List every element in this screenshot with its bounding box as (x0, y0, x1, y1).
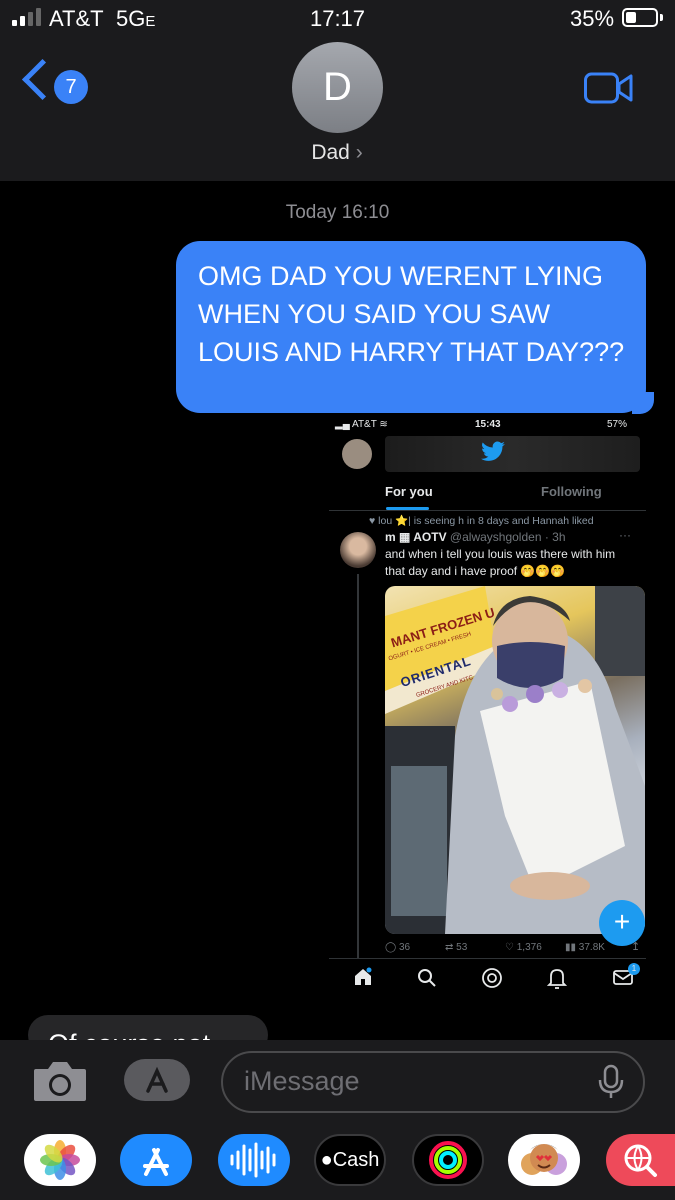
view-count[interactable]: ▮▮ 37.8K (565, 942, 605, 953)
shot-clock: 15:43 (475, 419, 501, 430)
camera-icon[interactable] (32, 1059, 88, 1103)
profile-avatar (342, 439, 372, 469)
network-label: 5GE (116, 6, 156, 31)
shot-carrier: ▂▄ AT&T ≋ (335, 419, 388, 430)
message-timestamp: Today 16:10 (285, 202, 390, 223)
clock: 17:17 (309, 6, 366, 31)
retweet-count[interactable]: ⇄ 53 (445, 942, 467, 953)
tweet-text-line-2: that day and i have proof 🤭🤭🤭 (385, 564, 566, 578)
notifications-icon[interactable] (547, 967, 567, 989)
battery-tip (660, 14, 663, 21)
tab-following[interactable]: Following (541, 484, 602, 499)
reply-count[interactable]: ◯ 36 (385, 942, 410, 953)
battery-percent: 35% (570, 6, 615, 31)
attached-screenshot[interactable]: ▂▄ AT&T ≋ 15:43 57% For you Following ♥ … (329, 414, 646, 1004)
app-store-icon (146, 1066, 183, 1094)
like-count[interactable]: ♡ 1,376 (505, 942, 542, 953)
app-store-a-icon (143, 1148, 169, 1176)
tab-for-you[interactable]: For you (385, 484, 433, 499)
tweet-photo[interactable]: MANT FROZEN U OGURT • ICE CREAM • FRESH … (385, 586, 645, 934)
blurred-banner (385, 436, 640, 472)
apple-icon: ● (320, 1149, 333, 1171)
audio-message-app-button[interactable] (218, 1134, 290, 1186)
activity-rings-icon (429, 1141, 467, 1179)
spaces-icon[interactable] (481, 967, 503, 989)
memoji-icon (521, 1144, 567, 1175)
shot-battery: 57% (607, 419, 628, 430)
message-input-placeholder: iMessage (244, 1066, 360, 1096)
tweet-text-line-1: and when i tell you louis was there with… (385, 547, 616, 561)
nav-divider (329, 958, 646, 959)
contact-name[interactable]: Dad › (287, 141, 387, 165)
author-avatar[interactable] (340, 532, 376, 568)
sent-message-bubble[interactable]: OMG DAD YOU WERENT LYING WHEN YOU SAID Y… (176, 241, 646, 413)
apple-cash-app-button[interactable]: ●Cash (314, 1134, 386, 1186)
author-name[interactable]: m ▦ AOTV @alwayshgolden · 3h (385, 530, 566, 544)
more-icon[interactable]: ··· (619, 528, 631, 542)
microphone-icon[interactable] (597, 1064, 625, 1100)
app-store-app-button[interactable] (120, 1134, 192, 1186)
tab-divider (329, 510, 646, 511)
photos-icon (40, 1140, 80, 1180)
messages-badge: 1 (628, 963, 640, 975)
share-icon[interactable]: ↥ (631, 940, 640, 953)
thread-line (357, 574, 359, 958)
memoji-app-button[interactable] (508, 1134, 580, 1186)
photos-app-button[interactable] (24, 1134, 96, 1186)
activity-app-button[interactable] (412, 1134, 484, 1186)
twitter-bird-icon (481, 441, 505, 461)
video-call-icon[interactable] (584, 71, 634, 105)
contact-avatar[interactable]: D (292, 42, 383, 133)
web-search-app-button[interactable] (606, 1134, 675, 1186)
home-icon[interactable] (353, 967, 373, 987)
globe-search-icon (624, 1144, 657, 1177)
signal-strength-icon (12, 8, 44, 26)
carrier-label: AT&T (49, 6, 104, 31)
app-store-apps-button[interactable] (124, 1059, 190, 1101)
liked-context: ♥ lou ⭐️| is seeing h in 8 days and Hann… (369, 515, 594, 527)
search-icon[interactable] (417, 968, 437, 988)
unread-count-badge[interactable]: 7 (54, 70, 88, 104)
waveform-icon (230, 1142, 276, 1178)
battery-icon (622, 8, 658, 27)
